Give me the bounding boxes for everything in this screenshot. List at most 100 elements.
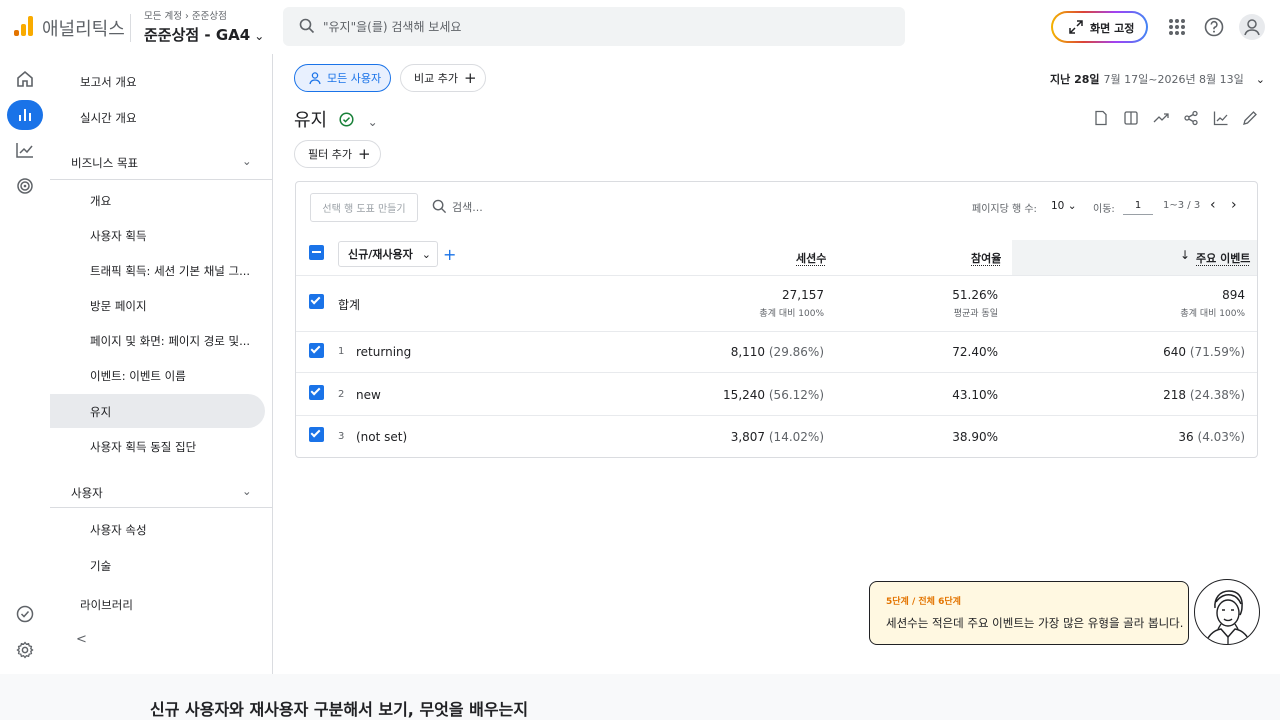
fix-screen-label: 화면 고정 [1090, 22, 1135, 35]
search-bar[interactable] [283, 7, 905, 46]
row-divider [296, 372, 1257, 373]
row-key-events: 36 (4.03%) [1100, 430, 1245, 444]
breadcrumb-property[interactable]: 준준상점 [192, 11, 227, 22]
property-name: 준준상점 - GA4 [144, 26, 251, 44]
plot-rows-button[interactable]: 선택 행 도표 만들기 [310, 193, 418, 222]
settings-gear-icon[interactable] [7, 635, 43, 665]
key-events-value: 218 [1163, 388, 1187, 402]
key-events-percent: (71.59%) [1189, 345, 1245, 359]
goto-page-input[interactable]: 1 [1123, 200, 1153, 215]
total-row-checkbox[interactable] [309, 294, 324, 309]
sidebar-item-realtime[interactable]: 실시간 개요 [80, 110, 137, 126]
column-header-key-events[interactable]: 주요 이벤트 [1196, 250, 1250, 266]
sessions-value: 8,110 [730, 345, 766, 359]
row-checkbox[interactable] [309, 343, 324, 358]
sidebar-section-users[interactable]: 사용자 [71, 485, 103, 501]
breadcrumb-account[interactable]: 모든 계정 [144, 11, 182, 22]
date-range-selector[interactable]: 지난 28일 7월 17일~2026년 8월 13일 ⌄ [1050, 71, 1265, 87]
key-events-value: 640 [1163, 345, 1187, 359]
sidebar-item-traffic-acquisition[interactable]: 트래픽 획득: 세션 기본 채널 그... [90, 263, 250, 279]
chart-line-icon[interactable] [1213, 110, 1229, 126]
home-icon[interactable] [7, 64, 43, 94]
segment-all-users-chip[interactable]: 모든 사용자 [294, 64, 391, 92]
total-key-events: 894 [1222, 288, 1245, 302]
chevron-down-icon[interactable]: ⌄ [242, 484, 252, 498]
account-avatar-icon[interactable] [1239, 14, 1265, 40]
sidebar-selected-bg [50, 394, 265, 428]
fix-screen-button[interactable]: 화면 고정 [1051, 11, 1148, 43]
sessions-percent: (56.12%) [768, 388, 824, 402]
row-index: 1 [338, 346, 345, 357]
sidebar-item-library[interactable]: 라이브러리 [80, 597, 133, 613]
sidebar-item-landing-page[interactable]: 방문 페이지 [90, 298, 147, 314]
row-dimension-value: new [356, 388, 381, 402]
tutorial-tooltip: 5단계 / 전체 6단계 세션수는 적은데 주요 이벤트는 가장 많은 유형을 … [869, 581, 1189, 645]
select-all-checkbox[interactable] [309, 245, 324, 260]
row-engagement: 72.40% [952, 345, 998, 359]
segment-label: 모든 사용자 [327, 72, 382, 85]
total-sessions-sub: 총계 대비 100% [759, 309, 824, 319]
sidebar-item-overview[interactable]: 보고서 개요 [80, 74, 137, 90]
date-range-value: 7월 17일~2026년 8월 13일 [1103, 73, 1244, 86]
advertising-icon[interactable] [7, 171, 43, 201]
sidebar-item-goals-overview[interactable]: 개요 [90, 193, 111, 209]
chevron-down-icon[interactable]: ⌄ [368, 115, 378, 129]
breadcrumb[interactable]: 모든 계정 › 준준상점 [144, 8, 227, 22]
expand-icon [1069, 20, 1083, 34]
total-sessions: 27,157 [782, 288, 824, 302]
date-range-prefix: 지난 28일 [1050, 73, 1100, 86]
property-selector[interactable]: 준준상점 - GA4 ⌄ [144, 24, 264, 45]
section-divider [50, 179, 272, 180]
goto-label: 이동: [1093, 204, 1115, 215]
sessions-value: 3,807 [730, 430, 766, 444]
sort-desc-arrow-icon[interactable]: ↓ [1180, 248, 1190, 262]
section-divider [50, 507, 272, 508]
share-icon[interactable] [1183, 110, 1199, 126]
column-header-sessions[interactable]: 세션수 [796, 250, 826, 266]
sidebar-section-business-goals[interactable]: 비즈니스 목표 [71, 155, 138, 171]
sidebar-item-retention[interactable]: 유지 [90, 404, 111, 420]
row-key-events: 218 (24.38%) [1100, 388, 1245, 402]
help-icon[interactable] [1201, 14, 1227, 40]
sidebar-item-user-acquisition[interactable]: 사용자 획득 [90, 228, 147, 244]
next-page-icon[interactable]: › [1231, 197, 1237, 213]
check-circle-icon[interactable] [7, 599, 43, 629]
add-filter-button[interactable]: 필터 추가 + [294, 140, 381, 168]
row-index: 3 [338, 431, 345, 442]
page-title-text: 유지 [294, 110, 328, 131]
dimension-selector[interactable]: 신규/재사용자 ⌄ [338, 241, 438, 267]
column-header-engagement-rate[interactable]: 참여율 [971, 250, 1001, 266]
sidebar-item-user-attributes[interactable]: 사용자 속성 [90, 522, 147, 538]
edit-pencil-icon[interactable] [1242, 110, 1258, 126]
sidebar-item-pages-screens[interactable]: 페이지 및 화면: 페이지 경로 및... [90, 333, 250, 349]
table-search[interactable]: 검색... [432, 199, 483, 215]
plus-icon: + [357, 145, 371, 163]
apps-grid-icon[interactable] [1164, 14, 1190, 40]
key-events-value: 36 [1178, 430, 1194, 444]
prev-page-icon[interactable]: ‹ [1210, 197, 1216, 213]
collapse-sidebar-icon[interactable]: < [76, 632, 87, 647]
row-checkbox[interactable] [309, 427, 324, 442]
sidebar-item-tech[interactable]: 기술 [90, 558, 111, 574]
add-dimension-plus-icon[interactable]: + [443, 245, 456, 264]
search-input[interactable] [323, 17, 883, 37]
chevron-down-icon[interactable]: ⌄ [242, 154, 252, 168]
rows-per-page-select[interactable]: 10 ⌄ [1051, 200, 1077, 212]
sidebar-item-cohort[interactable]: 사용자 획득 동질 집단 [90, 439, 196, 455]
add-comparison-button[interactable]: 비교 추가 + [400, 64, 486, 92]
compare-split-icon[interactable] [1123, 110, 1139, 126]
row-dimension-value: (not set) [356, 430, 408, 444]
page-range: 1~3 / 3 [1163, 200, 1201, 211]
sessions-percent: (29.86%) [768, 345, 824, 359]
chevron-down-icon: ⌄ [254, 29, 265, 43]
explore-icon[interactable] [7, 135, 43, 165]
row-checkbox[interactable] [309, 385, 324, 400]
app-header: 애널리틱스 모든 계정 › 준준상점 준준상점 - GA4⌄ 화면 고정 [0, 0, 1280, 54]
search-icon [299, 18, 315, 34]
sidebar-item-events[interactable]: 이벤트: 이벤트 이름 [90, 368, 186, 384]
analytics-logo-icon[interactable] [14, 16, 34, 36]
reports-icon[interactable] [7, 100, 43, 130]
report-page-icon[interactable] [1093, 110, 1109, 126]
breadcrumb-chevron-icon: › [185, 11, 192, 22]
insights-trend-icon[interactable] [1153, 110, 1169, 126]
